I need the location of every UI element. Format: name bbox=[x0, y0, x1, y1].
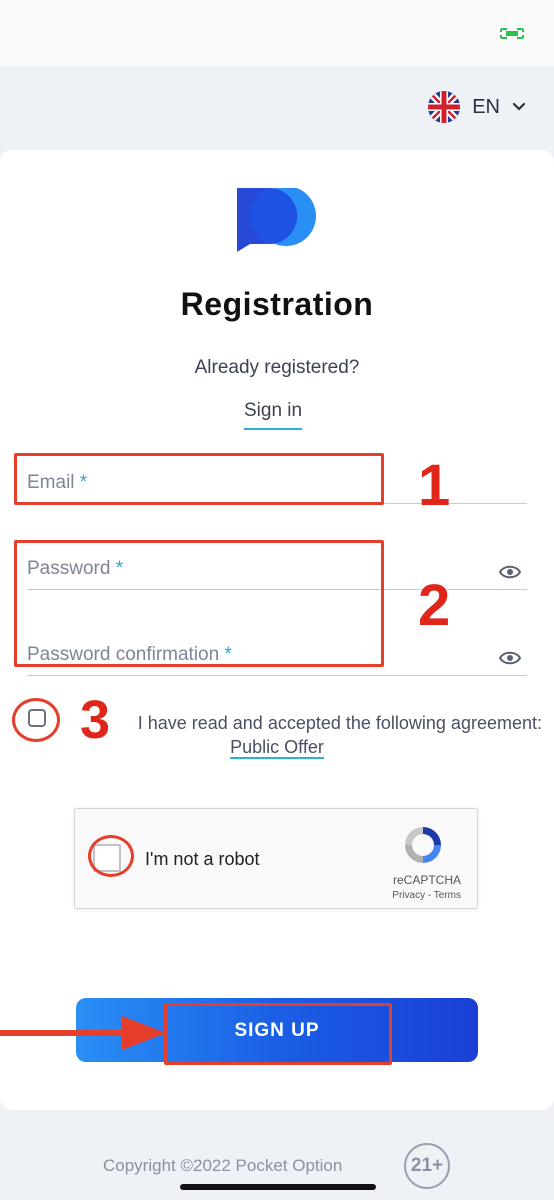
annotation-arrow-icon bbox=[0, 1016, 166, 1050]
pocket-option-logo bbox=[237, 188, 316, 252]
language-selector[interactable]: EN bbox=[428, 90, 526, 124]
eye-icon[interactable] bbox=[499, 650, 521, 666]
already-registered-text: Already registered? bbox=[194, 357, 360, 378]
recaptcha-links[interactable]: Privacy - Terms bbox=[392, 890, 461, 901]
recaptcha-label: I'm not a robot bbox=[145, 849, 260, 869]
eye-icon[interactable] bbox=[499, 564, 521, 580]
uk-flag-icon bbox=[428, 91, 461, 123]
sign-in-link[interactable]: Sign in bbox=[244, 400, 303, 430]
age-restriction-badge: 21+ bbox=[404, 1143, 450, 1189]
status-bar bbox=[0, 0, 554, 66]
annotation-circle-recaptcha bbox=[88, 835, 134, 877]
annotation-number-1: 1 bbox=[418, 453, 451, 518]
recaptcha-brand: reCAPTCHA bbox=[392, 873, 461, 887]
page-title: Registration bbox=[180, 286, 374, 322]
recaptcha-icon bbox=[405, 827, 441, 863]
annotation-box-passwords bbox=[14, 540, 384, 667]
home-indicator bbox=[180, 1184, 376, 1190]
recaptcha-widget: I'm not a robot reCAPTCHA Privacy - Term… bbox=[74, 808, 478, 909]
annotation-number-3: 3 bbox=[76, 692, 115, 748]
language-code: EN bbox=[472, 95, 500, 118]
agreement-text: I have read and accepted the following a… bbox=[66, 710, 542, 737]
battery-icon bbox=[500, 28, 524, 39]
copyright-text: Copyright ©2022 Pocket Option bbox=[103, 1156, 343, 1175]
annotation-circle-checkbox bbox=[12, 698, 60, 742]
annotation-number-2: 2 bbox=[418, 573, 451, 638]
annotation-box-signup bbox=[164, 1003, 392, 1065]
agreement-label: I have read and accepted the following a… bbox=[137, 713, 542, 733]
annotation-box-email bbox=[14, 453, 384, 505]
chevron-down-icon bbox=[512, 102, 526, 111]
public-offer-link[interactable]: Public Offer bbox=[230, 737, 324, 759]
